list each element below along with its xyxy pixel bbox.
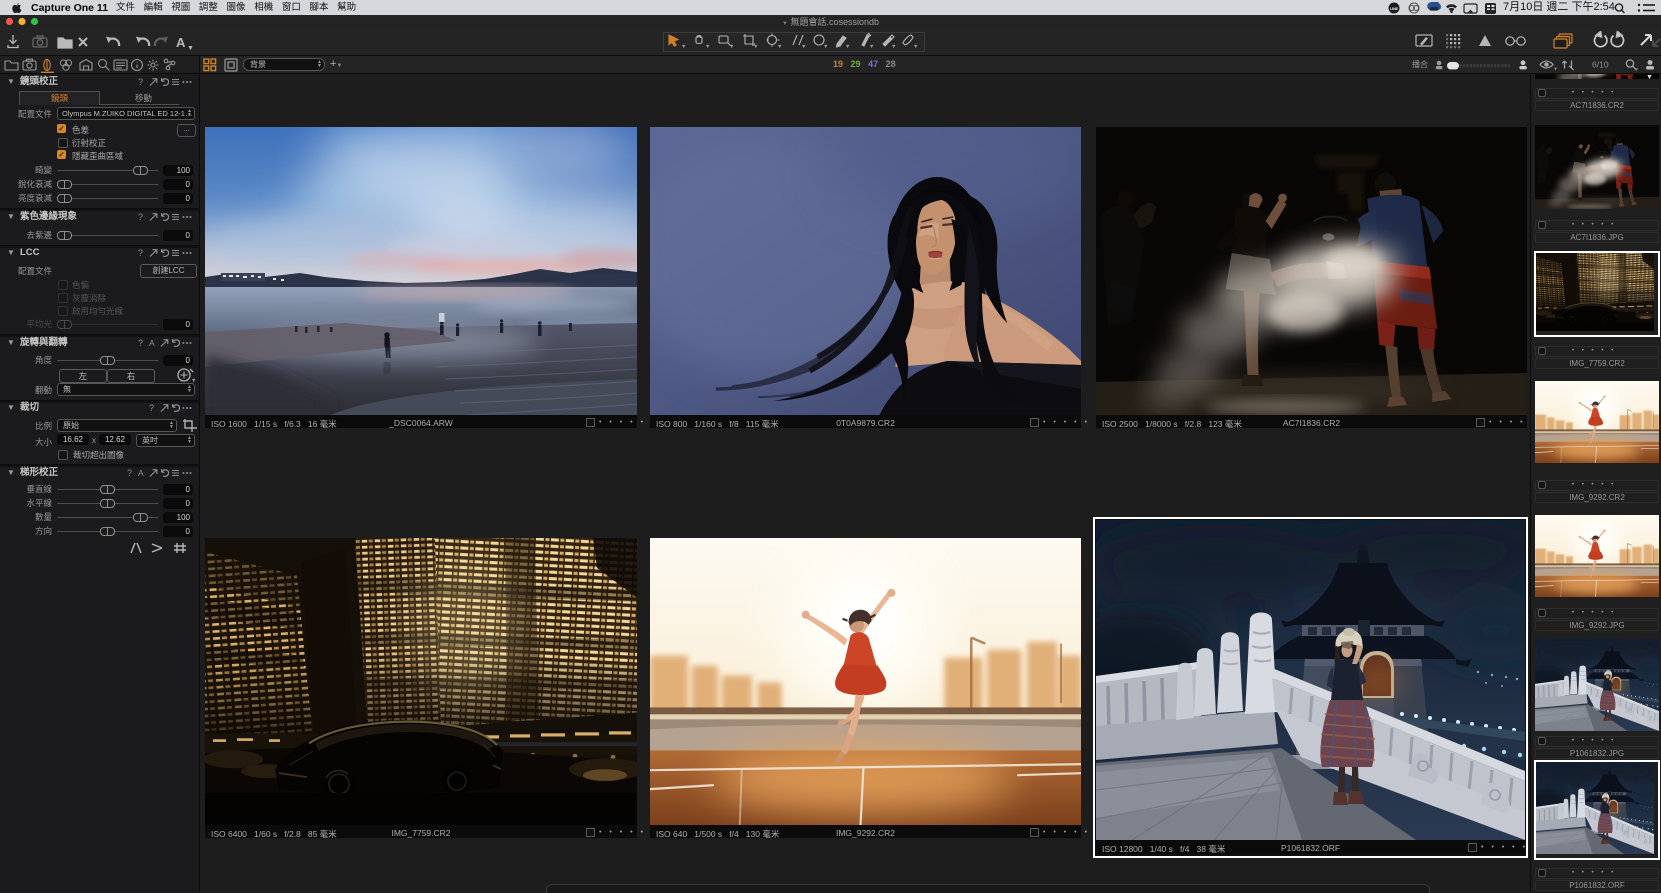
svg-text:▼: ▼ — [1553, 67, 1558, 73]
svg-text:▼: ▼ — [891, 44, 896, 50]
svg-text:▼: ▼ — [845, 44, 850, 50]
svg-text:LINE: LINE — [1390, 7, 1399, 11]
svg-text:▼: ▼ — [913, 44, 918, 50]
svg-text:▼: ▼ — [753, 44, 758, 50]
svg-text:▼: ▼ — [187, 45, 194, 51]
svg-text:▼: ▼ — [705, 44, 710, 50]
svg-text:▼: ▼ — [777, 44, 782, 50]
svg-text:▼: ▼ — [801, 44, 806, 50]
svg-text:▼: ▼ — [823, 44, 828, 50]
svg-text:6/10: 6/10 — [1592, 60, 1609, 70]
svg-text:▼: ▼ — [1634, 67, 1639, 72]
svg-text:▼: ▼ — [729, 44, 734, 50]
svg-text:▼: ▼ — [681, 44, 686, 50]
svg-text:▼: ▼ — [869, 44, 874, 50]
svg-text:A: A — [176, 35, 186, 50]
svg-text:!: ! — [1484, 37, 1487, 46]
